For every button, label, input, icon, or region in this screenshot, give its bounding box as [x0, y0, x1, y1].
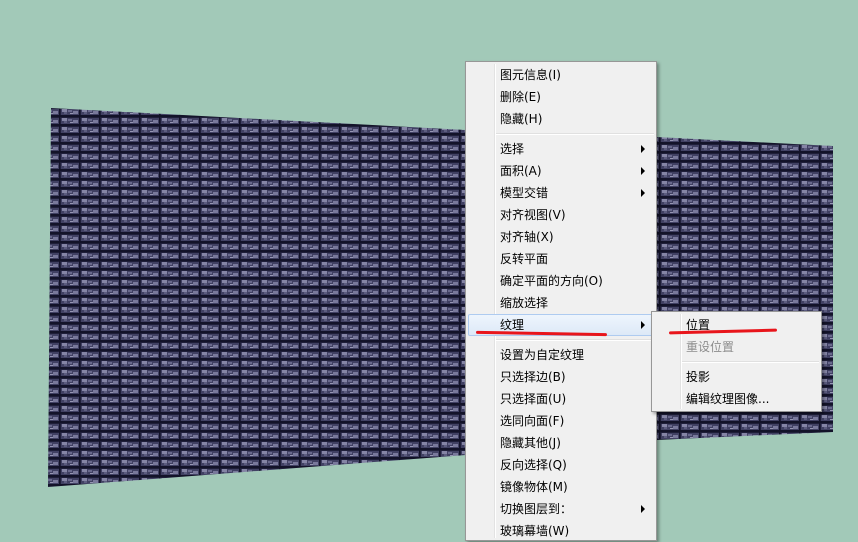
context-menu-item-label: 反转平面 — [500, 252, 549, 266]
context-menu-item-label: 模型交错 — [500, 186, 549, 200]
context-menu-item-0[interactable]: 图元信息(I) — [468, 64, 654, 86]
context-menu-item-5[interactable]: 模型交错 — [468, 182, 654, 204]
context-menu-item-14[interactable]: 只选择面(U) — [468, 388, 654, 410]
context-menu-item-3[interactable]: 选择 — [468, 138, 654, 160]
context-menu-item-15[interactable]: 选同向面(F) — [468, 410, 654, 432]
context-menu-item-9[interactable]: 确定平面的方向(O) — [468, 270, 654, 292]
context-menu-item-10[interactable]: 缩放选择 — [468, 292, 654, 314]
texture-submenu-item-2[interactable]: 投影 — [654, 366, 819, 388]
context-menu-item-8[interactable]: 反转平面 — [468, 248, 654, 270]
context-menu: 图元信息(I) 删除(E) 隐藏(H) 选择面积(A) 模型交错对齐视图(V) 对齐轴(X… — [465, 61, 657, 541]
submenu-arrow-icon — [641, 189, 645, 197]
context-menu-item-6[interactable]: 对齐视图(V) — [468, 204, 654, 226]
context-menu-item-label: 图元信息(I) — [500, 68, 561, 82]
texture-submenu: 位置 重设位置 投影 编辑纹理图像... — [651, 311, 822, 412]
context-menu-item-label: 缩放选择 — [500, 296, 549, 310]
context-menu-item-19[interactable]: 切换图层到： — [468, 498, 654, 520]
context-menu-item-label: 选择 — [500, 142, 525, 156]
texture-submenu-item-3[interactable]: 编辑纹理图像... — [654, 388, 819, 410]
submenu-arrow-icon — [641, 167, 645, 175]
textured-wall-face[interactable] — [40, 100, 840, 500]
context-menu-item-label: 切换图层到： — [500, 502, 573, 516]
submenu-arrow-icon — [641, 321, 645, 329]
context-menu-item-label: 只选择面(U) — [500, 392, 567, 406]
context-menu-item-label: 选同向面(F) — [500, 414, 565, 428]
context-menu-item-label: 对齐视图(V) — [500, 208, 566, 222]
context-menu-item-16[interactable]: 隐藏其他(J) — [468, 432, 654, 454]
context-menu-item-label: 玻璃幕墙(W) — [500, 524, 570, 538]
context-menu-item-2[interactable]: 隐藏(H) — [468, 108, 654, 130]
context-menu-separator — [496, 339, 654, 341]
submenu-arrow-icon — [641, 145, 645, 153]
context-menu-item-label: 对齐轴(X) — [500, 230, 554, 244]
context-menu-item-12[interactable]: 设置为自定纹理 — [468, 344, 654, 366]
context-menu-item-17[interactable]: 反向选择(Q) — [468, 454, 654, 476]
submenu-arrow-icon — [641, 505, 645, 513]
context-menu-item-label: 设置为自定纹理 — [500, 348, 585, 362]
texture-submenu-item-label: 投影 — [686, 370, 711, 384]
context-menu-item-label: 镜像物体(M) — [500, 480, 568, 494]
model-viewport[interactable] — [0, 0, 858, 535]
context-menu-item-18[interactable]: 镜像物体(M) — [468, 476, 654, 498]
context-menu-separator — [496, 133, 654, 135]
context-menu-item-label: 只选择边(B) — [500, 370, 566, 384]
texture-submenu-item-label: 重设位置 — [686, 340, 735, 354]
context-menu-item-label: 面积(A) — [500, 164, 542, 178]
texture-submenu-separator — [682, 361, 819, 363]
context-menu-item-label: 反向选择(Q) — [500, 458, 567, 472]
context-menu-item-4[interactable]: 面积(A) — [468, 160, 654, 182]
context-menu-item-20[interactable]: 玻璃幕墙(W) — [468, 520, 654, 542]
context-menu-item-label: 隐藏(H) — [500, 112, 543, 126]
context-menu-item-13[interactable]: 只选择边(B) — [468, 366, 654, 388]
context-menu-item-label: 确定平面的方向(O) — [500, 274, 603, 288]
context-menu-item-label: 删除(E) — [500, 90, 541, 104]
context-menu-item-7[interactable]: 对齐轴(X) — [468, 226, 654, 248]
texture-submenu-item-1: 重设位置 — [654, 336, 819, 358]
context-menu-item-1[interactable]: 删除(E) — [468, 86, 654, 108]
texture-submenu-item-label: 编辑纹理图像... — [686, 392, 770, 406]
context-menu-item-label: 隐藏其他(J) — [500, 436, 561, 450]
